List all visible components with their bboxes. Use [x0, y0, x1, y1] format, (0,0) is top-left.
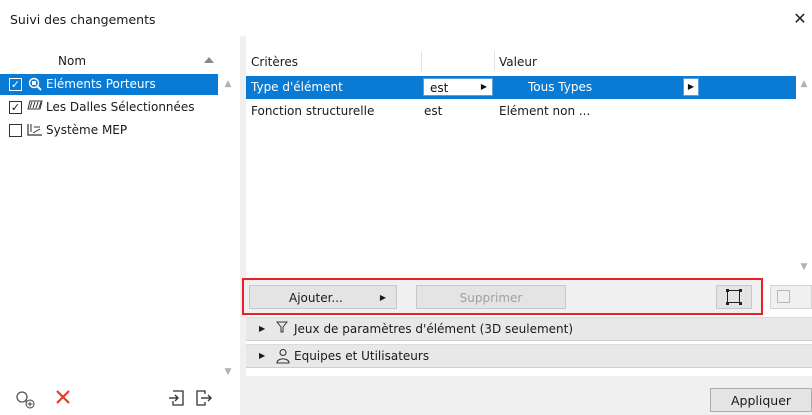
window-title: Suivi des changements: [10, 12, 156, 27]
tree-item-label: Eléments Porteurs: [46, 77, 156, 91]
value-cell: Elément non ...: [499, 104, 591, 118]
operator-value: est: [430, 81, 449, 95]
element-parameters-section[interactable]: ▶ Jeux de paramètres d'élément (3D seule…: [246, 317, 812, 341]
delete-button-label: Supprimer: [459, 291, 523, 305]
operator-cell: est: [424, 104, 443, 118]
criteria-grid: Critères Valeur Type d'élément est ▶ Tou…: [246, 51, 812, 274]
scroll-up-icon[interactable]: ▲: [799, 79, 809, 89]
dialog-footer: Appliquer: [246, 376, 812, 415]
criterion-cell: Fonction structurelle: [251, 104, 375, 118]
grid-header: Critères Valeur: [246, 51, 812, 72]
delete-icon[interactable]: [52, 389, 74, 409]
teams-users-section[interactable]: ▶ Equipes et Utilisateurs: [246, 344, 812, 368]
title-bar: Suivi des changements ✕: [0, 0, 812, 36]
tree-item-les-dalles[interactable]: ✓ Les Dalles Sélectionnées: [0, 97, 218, 118]
column-divider[interactable]: [421, 51, 422, 71]
add-button-label: Ajouter...: [289, 291, 343, 305]
dropdown-arrow-icon: ▶: [480, 82, 488, 91]
tree-item-systeme-mep[interactable]: Système MEP: [0, 120, 218, 141]
tree-item-elements-porteurs[interactable]: ✓ Eléments Porteurs: [0, 74, 218, 95]
criteria-action-bar: Ajouter... ▶ Supprimer: [242, 278, 763, 315]
column-divider[interactable]: [494, 51, 495, 71]
operator-dropdown[interactable]: est ▶: [423, 78, 493, 96]
criteria-row[interactable]: Fonction structurelle est Elément non ..…: [246, 100, 796, 123]
expand-arrow-icon[interactable]: ▶: [259, 324, 265, 334]
grid-scrollbar[interactable]: ▲ ▼: [796, 71, 812, 274]
selection-frame-button[interactable]: [716, 285, 752, 309]
sort-ascending-icon: [204, 57, 214, 63]
menu-arrow-icon: ▶: [379, 293, 386, 302]
magnifier-structure-icon: [27, 77, 43, 91]
export-icon[interactable]: [192, 389, 214, 409]
section-label: Jeux de paramètres d'élément (3D seuleme…: [294, 322, 574, 336]
scroll-down-icon[interactable]: ▼: [223, 367, 233, 377]
slab-icon: [27, 100, 43, 114]
name-column-header[interactable]: Nom: [0, 51, 220, 70]
section-label: Equipes et Utilisateurs: [294, 349, 430, 363]
tree-item-label: Les Dalles Sélectionnées: [46, 100, 195, 114]
criteria-column-header[interactable]: Critères: [251, 55, 298, 69]
filter-icon: [275, 321, 289, 338]
close-button[interactable]: ✕: [788, 10, 812, 30]
mep-system-icon: [27, 123, 43, 137]
add-criterion-button[interactable]: Ajouter... ▶: [249, 285, 397, 309]
delete-criterion-button[interactable]: Supprimer: [416, 285, 566, 309]
criterion-cell: Type d'élément: [251, 80, 343, 94]
value-dropdown-arrow-icon[interactable]: ▶: [683, 78, 699, 96]
scroll-down-icon[interactable]: ▼: [799, 262, 809, 272]
selection-frame-icon: [777, 290, 790, 303]
item-checkbox[interactable]: [9, 124, 22, 137]
change-sets-panel: Nom ✓ Eléments Porteurs ✓ Les Dalles Sél…: [0, 51, 240, 381]
tree-scrollbar[interactable]: ▲ ▼: [220, 71, 236, 379]
apply-button[interactable]: Appliquer: [710, 388, 812, 412]
value-cell[interactable]: Tous Types: [528, 80, 592, 94]
item-checkbox[interactable]: ✓: [9, 101, 22, 114]
name-column-label: Nom: [58, 54, 87, 68]
disabled-frame-button[interactable]: [770, 285, 812, 309]
criteria-row[interactable]: Type d'élément est ▶ Tous Types ▶: [246, 76, 796, 99]
value-column-header[interactable]: Valeur: [499, 55, 537, 69]
user-icon: [276, 348, 290, 369]
import-icon[interactable]: [166, 389, 188, 409]
expand-arrow-icon[interactable]: ▶: [259, 351, 265, 361]
add-set-icon[interactable]: [14, 389, 36, 409]
tree-item-label: Système MEP: [46, 123, 128, 137]
sets-toolbar: [0, 381, 240, 415]
item-checkbox[interactable]: ✓: [9, 78, 22, 91]
scroll-up-icon[interactable]: ▲: [223, 79, 233, 89]
apply-button-label: Appliquer: [730, 393, 792, 408]
